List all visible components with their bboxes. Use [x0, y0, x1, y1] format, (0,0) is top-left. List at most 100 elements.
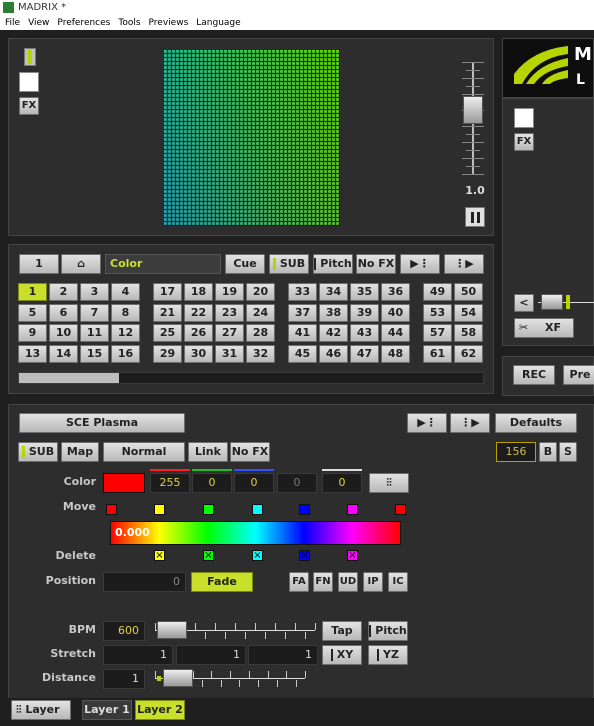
- storage-place-4[interactable]: 4: [111, 283, 140, 301]
- storage-place-40[interactable]: 40: [381, 303, 410, 322]
- storage-place-19[interactable]: 19: [215, 283, 244, 301]
- menu-tools[interactable]: Tools: [118, 16, 140, 30]
- storage-place-8[interactable]: 8: [111, 303, 140, 322]
- storage-place-61[interactable]: 61: [423, 344, 452, 363]
- ip-button[interactable]: IP: [363, 572, 383, 592]
- distance-slider[interactable]: [155, 667, 310, 689]
- storage-place-14[interactable]: 14: [49, 344, 78, 363]
- storage-place-39[interactable]: 39: [350, 303, 379, 322]
- fn-button[interactable]: FN: [313, 572, 333, 592]
- move-color-marker[interactable]: [203, 504, 214, 515]
- rec-button[interactable]: REC: [513, 365, 555, 385]
- fx-button[interactable]: FX: [19, 97, 39, 115]
- storage-place-15[interactable]: 15: [80, 344, 109, 363]
- storage-place-38[interactable]: 38: [319, 303, 348, 322]
- storage-place-27[interactable]: 27: [215, 324, 244, 342]
- ic-button[interactable]: IC: [388, 572, 408, 592]
- menu-preferences[interactable]: Preferences: [57, 16, 110, 30]
- home-button[interactable]: ⌂: [61, 254, 101, 274]
- pre-button[interactable]: Pre: [563, 365, 594, 385]
- defaults-button[interactable]: Defaults: [495, 413, 577, 433]
- b-button[interactable]: B: [539, 442, 557, 462]
- delete-color-marker[interactable]: ×: [252, 550, 263, 561]
- cue-button[interactable]: Cue: [225, 254, 265, 274]
- color-blue-field[interactable]: 0: [234, 473, 274, 493]
- storage-place-36[interactable]: 36: [381, 283, 410, 301]
- move-color-marker[interactable]: [106, 504, 117, 515]
- storage-place-28[interactable]: 28: [246, 324, 275, 342]
- tap-button[interactable]: Tap: [322, 621, 362, 641]
- fade-button[interactable]: Fade: [191, 572, 253, 592]
- color-mixer-button[interactable]: ⫶⫶: [369, 473, 409, 493]
- storage-place-46[interactable]: 46: [319, 344, 348, 363]
- distance-field[interactable]: 1: [103, 669, 145, 689]
- storage-place-1[interactable]: 1: [18, 283, 47, 301]
- storage-place-58[interactable]: 58: [454, 324, 483, 342]
- stretch-y-field[interactable]: 1: [176, 645, 246, 665]
- color-filter-swatch[interactable]: [19, 72, 39, 92]
- storage-place-42[interactable]: 42: [319, 324, 348, 342]
- delete-color-marker[interactable]: ×: [203, 550, 214, 561]
- storage-place-13[interactable]: 13: [18, 344, 47, 363]
- storage-place-57[interactable]: 57: [423, 324, 452, 342]
- storage-place-24[interactable]: 24: [246, 303, 275, 322]
- storage-place-50[interactable]: 50: [454, 283, 483, 301]
- storage-place-21[interactable]: 21: [153, 303, 182, 322]
- menu-previews[interactable]: Previews: [149, 16, 189, 30]
- color-green-field[interactable]: 0: [192, 473, 232, 493]
- fa-button[interactable]: FA: [289, 572, 309, 592]
- storage-place-33[interactable]: 33: [288, 283, 317, 301]
- storage-place-30[interactable]: 30: [184, 344, 213, 363]
- storage-place-44[interactable]: 44: [381, 324, 410, 342]
- ud-button[interactable]: UD: [338, 572, 358, 592]
- effect-name-button[interactable]: SCE Plasma: [19, 413, 185, 433]
- effect-sub-button[interactable]: SUB: [18, 442, 58, 462]
- storage-place-10[interactable]: 10: [49, 324, 78, 342]
- storage-place-35[interactable]: 35: [350, 283, 379, 301]
- move-color-marker[interactable]: [154, 504, 165, 515]
- storage-save-button[interactable]: ⋮▶: [444, 254, 484, 274]
- storage-place-12[interactable]: 12: [111, 324, 140, 342]
- storage-place-32[interactable]: 32: [246, 344, 275, 363]
- storage-place-11[interactable]: 11: [80, 324, 109, 342]
- bpm-slider[interactable]: [155, 619, 316, 641]
- storage-sub-button[interactable]: SUB: [269, 254, 309, 274]
- menu-file[interactable]: File: [5, 16, 20, 30]
- storage-place-25[interactable]: 25: [153, 324, 182, 342]
- storage-place-41[interactable]: 41: [288, 324, 317, 342]
- stretch-z-field[interactable]: 1: [248, 645, 318, 665]
- scrollbar-thumb[interactable]: [19, 373, 119, 383]
- xy-button[interactable]: XY: [322, 645, 362, 665]
- storage-scrollbar[interactable]: [18, 372, 484, 384]
- crossfader-knob[interactable]: [541, 294, 563, 310]
- bpm-field[interactable]: 600: [103, 621, 145, 641]
- storage-page-button[interactable]: 1: [19, 254, 59, 274]
- delete-color-marker[interactable]: ×: [154, 550, 165, 561]
- storage-place-48[interactable]: 48: [381, 344, 410, 363]
- storage-place-22[interactable]: 22: [184, 303, 213, 322]
- s-button[interactable]: S: [559, 442, 577, 462]
- submaster-value-field[interactable]: 156: [496, 442, 536, 462]
- storage-place-2[interactable]: 2: [49, 283, 78, 301]
- storage-place-18[interactable]: 18: [184, 283, 213, 301]
- storage-place-17[interactable]: 17: [153, 283, 182, 301]
- yz-button[interactable]: YZ: [368, 645, 408, 665]
- effect-save-button[interactable]: ⋮▶: [450, 413, 490, 433]
- storage-place-7[interactable]: 7: [80, 303, 109, 322]
- storage-load-button[interactable]: ▶⋮: [400, 254, 440, 274]
- storage-place-20[interactable]: 20: [246, 283, 275, 301]
- storage-place-45[interactable]: 45: [288, 344, 317, 363]
- storage-place-6[interactable]: 6: [49, 303, 78, 322]
- slider-knob[interactable]: [157, 621, 187, 639]
- move-color-marker[interactable]: [252, 504, 263, 515]
- storage-place-62[interactable]: 62: [454, 344, 483, 363]
- storage-place-5[interactable]: 5: [18, 303, 47, 322]
- storage-place-43[interactable]: 43: [350, 324, 379, 342]
- layer-button[interactable]: ⫶⫶ Layer: [11, 700, 71, 720]
- storage-place-23[interactable]: 23: [215, 303, 244, 322]
- mix-mode-dropdown[interactable]: Normal: [103, 442, 185, 462]
- delete-color-marker[interactable]: ×: [347, 550, 358, 561]
- effect-load-button[interactable]: ▶⋮: [407, 413, 447, 433]
- storage-place-37[interactable]: 37: [288, 303, 317, 322]
- pause-button[interactable]: [465, 207, 485, 227]
